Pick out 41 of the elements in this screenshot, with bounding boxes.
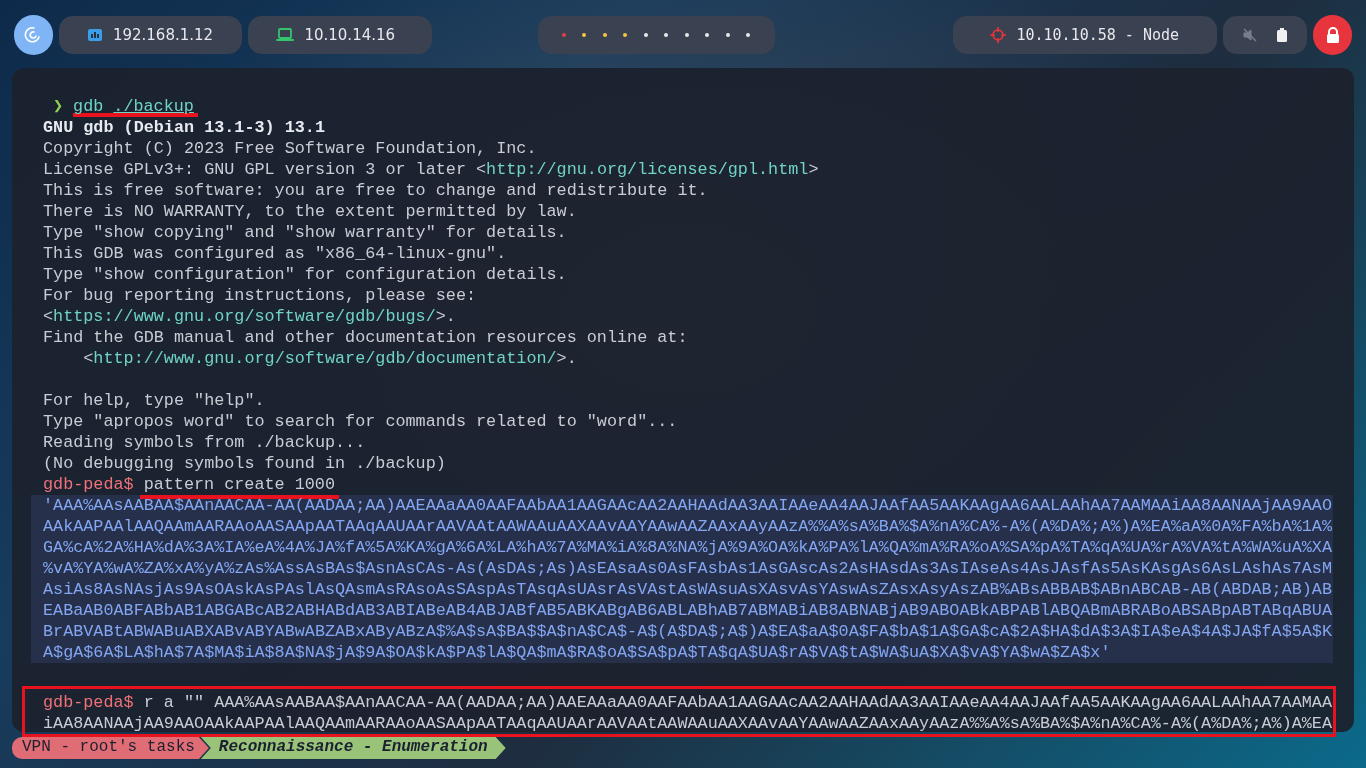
prompt-text: gdb-peda$ (43, 474, 134, 495)
output-text: Copyright (C) 2023 Free Software Foundation, Inc. (43, 138, 537, 159)
prompt-text: gdb-peda$ (43, 692, 134, 713)
ip-address-chip[interactable]: 192.168.1.12 (58, 16, 243, 54)
pattern-output-line: A$gA$6A$LA$hA$7A$MA$iA$8A$NA$jA$9A$OA$kA$PA$lA$QA$mA$RA$oA$SA$pA$TA$qA$UA$rA$VA$tA$WA$uA$XA$vA$YA$wA$ZA$x' (43, 642, 1112, 663)
output-text: (No debugging symbols found in ./backup) (43, 453, 446, 474)
command-text: gdb (73, 96, 104, 113)
command-text: iAA8AANAAjAA9AAOAAkAAPAAlAAQAAmAARAAoAASAApAATAAqAAUAArAAVAAtAAWAAuAAXAAvAAYAAwAAZAAxAAyAAzA%%A%sA%BA%$A%nA%CA%-A%(A%DA%;A%)A%EA (43, 713, 1332, 734)
pattern-output-line: GA%cA%2A%HA%dA%3A%IA%eA%4A%JA%fA%5A%KA%gA%6A%LA%hA%7A%MA%iA%8A%NA%jA%9A%OA%kA%PA%lA%QA%mA%RA%oA%SA%pA%TA%qA%UA%rA%VA%tA%WA%uA%XA (43, 537, 1333, 558)
pattern-output-line: AsiAs8AsNAsjAs9AsOAskAsPAslAsQAsmAsRAsoAsSAspAsTAsqAsUAsrAsVAstAsWAsuAsXAsvAsYAswAsZAsxAsyAszAB%ABsABBAB$ABnABCAB-AB(ABDAB;AB)AB (43, 579, 1333, 600)
url-link[interactable]: https://www.gnu.org/software/gdb/bugs/ (53, 306, 436, 327)
output-text: This is free software: you are free to change and redistribute it. (43, 180, 708, 201)
output-text: For help, type "help". (43, 390, 265, 411)
window-tab[interactable]: Reconnaissance - Enumeration (200, 737, 506, 759)
pattern-output-line: EABaAB0ABFABbAB1ABGABcAB2ABHABdAB3ABIABeAB4ABJABfAB5ABKABgAB6ABLABhAB7ABMABiAB8ABNABjAB9ABOABkABPABlABQABmABRABoABSABpABTABqABUA (43, 600, 1333, 621)
output-text: >. (556, 348, 577, 369)
pattern-output-line: AAkAAPAAlAAQAAmAARAAoAASAApAATAAqAAUAArAAVAAtAAWAAuAAXAAvAAYAAwAAZAAxAAyAAzA%%A%sA%BA%$A%nA%CA%-A%(A%DA%;A%)A%EA%aA%0A%FA%bA%1A% (43, 516, 1333, 537)
output-text: GNU gdb (Debian 13.1-3) 13.1 (43, 118, 325, 137)
output-text: Reading symbols from ./backup... (43, 432, 366, 453)
output-text: > (808, 159, 819, 180)
url-link[interactable]: http://www.gnu.org/software/gdb/documentation/ (93, 348, 557, 369)
output-text: Type "show configuration" for configuration details. (43, 264, 567, 285)
url-link[interactable]: http://gnu.org/licenses/gpl.html (486, 159, 809, 180)
ip-address-chip[interactable]: 10.10.14.16 (248, 16, 432, 54)
output-text: >. (435, 306, 456, 327)
output-text: < (43, 306, 54, 327)
output-text: For bug reporting instructions, please see: (43, 285, 477, 306)
pattern-output-line: %vA%YA%wA%ZA%xA%yA%zAs%AssAsBAs$AsnAsCAs-As(AsDAs;As)AsEAsaAs0AsFAsbAs1AsGAscAs2AsHAsdAs3AsIAseAs4AsJAsfAs5AsKAsgAs6AsLAshAs7AsM (43, 558, 1333, 579)
pattern-output-line: BrABVABtABWABuABXABvABYABwABZABxAByABzA$%A$sA$BA$$A$nA$CA$-A$(A$DA$;A$)A$EA$aA$0A$FA$bA$1A$GA$cA$2A$HA$dA$3A$IA$eA$4A$JA$fA$5A$K (43, 621, 1333, 642)
session-tab[interactable]: VPN - root's tasks (12, 737, 209, 759)
command-text: r a "" AAA%AAsAABAA$AAnAACAA-AA(AADAA;AA)AAEAAaAA0AAFAAbAA1AAGAAcAA2AAHAAdAA3AAIAAeAA4AAJAAfAA5AAKAAgAA6AALAAhAA7AAMAA (143, 692, 1332, 713)
target-chip[interactable]: 10.10.10.58 - Node (952, 16, 1217, 54)
prompt-arrow: ❯ (53, 96, 64, 117)
output-text: License GPLv3+: GNU GPL version 3 or later < (43, 159, 487, 180)
output-text: Find the GDB manual and other documentation resources online at: (43, 327, 688, 348)
command-argument: ./backup (113, 96, 194, 113)
output-text: Type "apropos word" to search for commands related to "word"... (43, 411, 678, 432)
output-text: Type "show copying" and "show warranty" for details. (43, 222, 567, 243)
output-text: This GDB was configured as "x86_64-linux-gnu". (43, 243, 507, 264)
output-text: < (82, 348, 94, 369)
output-text: There is NO WARRANTY, to the extent permitted by law. (43, 201, 577, 222)
